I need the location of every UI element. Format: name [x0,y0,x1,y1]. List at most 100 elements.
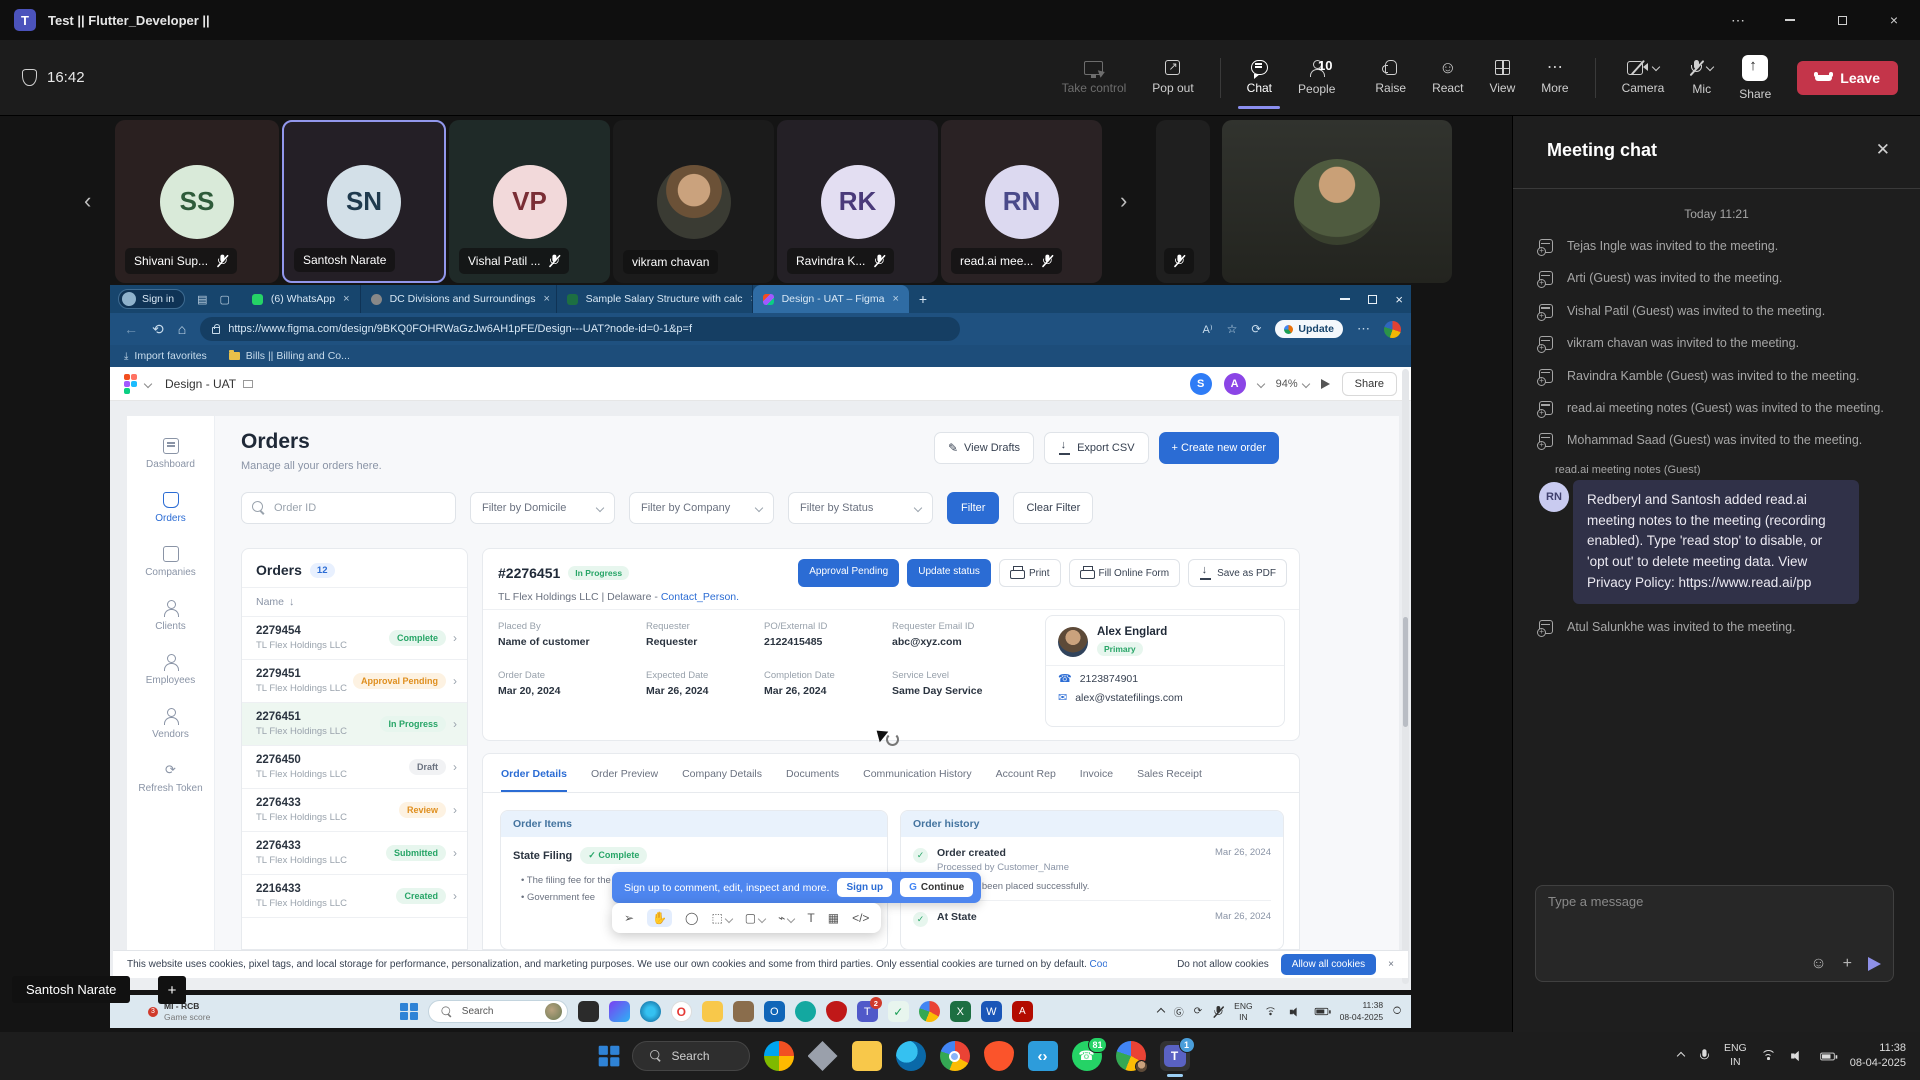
tab-invoice[interactable]: Invoice [1080,768,1113,792]
fill-online-form-button[interactable]: Fill Online Form [1069,559,1181,587]
titlebar-more-icon[interactable]: ⋯ [1712,0,1764,40]
chat-message-input[interactable] [1548,894,1798,909]
react-button[interactable]: ☺ React [1432,60,1463,95]
outlook-icon[interactable]: O [764,1001,785,1022]
list-column-header[interactable]: Name↓ [242,588,467,617]
tray-expand-icon[interactable] [1677,1052,1685,1060]
cursor-tool-icon[interactable]: ➢ [624,911,634,925]
edge-icon[interactable] [896,1041,926,1071]
filter-domicile-dropdown[interactable]: Filter by Domicile [470,492,615,524]
tray-expand-icon[interactable] [1157,1007,1165,1015]
sync-icon[interactable]: ⟳ [1251,322,1261,336]
browser-menu-icon[interactable]: ⋯ [1357,321,1370,337]
shape-tool-icon[interactable]: ▢ [745,911,765,925]
scroll-left-icon[interactable]: ‹ [84,188,91,214]
vertical-tabs-icon[interactable]: ▤ [197,293,207,306]
browser-update-button[interactable]: Update [1275,320,1343,338]
leave-button[interactable]: Leave [1797,61,1898,95]
browser-profile-button[interactable]: Sign in [118,289,185,309]
whatsapp-icon[interactable]: ☎81 [1072,1041,1102,1071]
participant-tile[interactable]: RN read.ai mee... [941,120,1102,283]
chrome-icon[interactable] [919,1001,940,1022]
print-button[interactable]: Print [999,559,1061,587]
contact-email[interactable]: ✉alex@vstatefilings.com [1046,685,1284,704]
send-icon[interactable] [1868,957,1881,971]
start-button[interactable] [400,1003,418,1021]
wifi-icon[interactable] [1761,1050,1776,1062]
browser-tab[interactable]: Sample Salary Structure with calc× [557,285,753,313]
acrobat-icon[interactable]: A [1012,1001,1033,1022]
view-drafts-button[interactable]: View Drafts [934,432,1034,464]
camera-chevron-icon[interactable] [1652,63,1660,71]
tab-close-icon[interactable]: × [543,293,549,305]
todo-icon[interactable]: ✓ [888,1001,909,1022]
mic-chevron-icon[interactable] [1706,62,1714,70]
order-row[interactable]: 2216433TL Flex Holdings LLC Created› [242,875,467,918]
tab-account-rep[interactable]: Account Rep [996,768,1056,792]
share-button[interactable]: Share [1739,55,1771,101]
tab-order-preview[interactable]: Order Preview [591,768,658,792]
people-button[interactable]: 10 People [1298,60,1349,96]
minimize-button[interactable] [1764,0,1816,40]
file-explorer-icon[interactable] [852,1041,882,1071]
figma-file-name[interactable]: Design - UAT [165,377,253,391]
browser-maximize-icon[interactable] [1368,295,1377,304]
participant-tile[interactable]: VP Vishal Patil ... [449,120,610,283]
back-icon[interactable]: ← [124,321,138,337]
hand-tool-icon[interactable]: ✋ [647,909,672,927]
app-icon[interactable] [578,1001,599,1022]
order-row-selected[interactable]: 2276451TL Flex Holdings LLC In Progress› [242,703,467,746]
tab-communication-history[interactable]: Communication History [863,768,972,792]
tab-order-details[interactable]: Order Details [501,768,567,792]
new-tab-button[interactable]: + [919,291,927,307]
sync-tray-icon[interactable]: ⟳ [1194,1006,1202,1017]
tab-sales-receipt[interactable]: Sales Receipt [1137,768,1202,792]
favorite-star-icon[interactable]: ☆ [1227,322,1238,336]
link-tool-icon[interactable]: ⌁ [778,911,794,925]
participant-tile-overflow[interactable] [1156,120,1210,283]
figma-zoom-level[interactable]: 94% [1276,378,1309,390]
collaborator-avatar[interactable]: S [1190,373,1212,395]
page-scrollbar[interactable] [1402,369,1409,984]
chrome-icon[interactable] [940,1041,970,1071]
collaborator-avatar[interactable]: A [1224,373,1246,395]
bookmark-import-favorites[interactable]: ⤓Import favorites [124,350,207,362]
maximize-button[interactable] [1816,0,1868,40]
sidebar-item-refresh-token[interactable]: ⟳Refresh Token [127,762,214,794]
browser-tab[interactable]: (6) WhatsApp× [242,285,361,313]
battery-icon[interactable] [1314,1008,1328,1015]
clear-filter-button[interactable]: Clear Filter [1013,492,1093,524]
contact-phone[interactable]: ☎2123874901 [1046,666,1284,685]
app-icon[interactable] [733,1001,754,1022]
bookmark-folder[interactable]: Bills || Billing and Co... [229,350,350,362]
figma-logo-icon[interactable] [124,374,137,394]
deny-cookies-button[interactable]: Do not allow cookies [1177,959,1269,970]
vscode-icon[interactable]: ‹› [1028,1041,1058,1071]
workspaces-icon[interactable]: ▢ [220,293,230,306]
browser-tab-active[interactable]: Design - UAT – Figma× [753,285,909,313]
approval-pending-button[interactable]: Approval Pending [798,559,899,587]
inner-search-box[interactable]: Search [428,1000,568,1023]
chrome-profile-icon[interactable] [1116,1041,1146,1071]
order-row[interactable]: 2279454TL Flex Holdings LLC Complete› [242,617,467,660]
order-row[interactable]: 2276433TL Flex Holdings LLC Review› [242,789,467,832]
order-row[interactable]: 2276433TL Flex Holdings LLC Submitted› [242,832,467,875]
present-icon[interactable] [1321,379,1330,389]
participant-tile[interactable]: SS Shivani Sup... [115,120,279,283]
figma-menu-chevron-icon[interactable] [144,379,152,387]
address-bar[interactable]: https://www.figma.com/design/9BKQ0FOHRWa… [200,317,960,341]
browser-minimize-icon[interactable] [1340,298,1350,300]
cookie-settings-link[interactable]: Cookies settings [1090,959,1107,970]
tab-company-details[interactable]: Company Details [682,768,762,792]
emoji-icon[interactable]: ☺ [1810,955,1826,973]
cookie-close-icon[interactable]: × [1388,959,1394,970]
teams-icon[interactable]: T1 [1160,1041,1190,1071]
wifi-icon[interactable] [1264,1007,1276,1017]
mcafee-icon[interactable] [826,1001,847,1022]
participant-tile[interactable]: RK Ravindra K... [777,120,938,283]
copilot-icon[interactable] [764,1041,794,1071]
sidebar-item-companies[interactable]: Companies [127,546,214,578]
browser-close-icon[interactable]: × [1395,292,1403,307]
code-tool-icon[interactable]: </> [852,911,869,925]
app-icon[interactable] [795,1001,816,1022]
